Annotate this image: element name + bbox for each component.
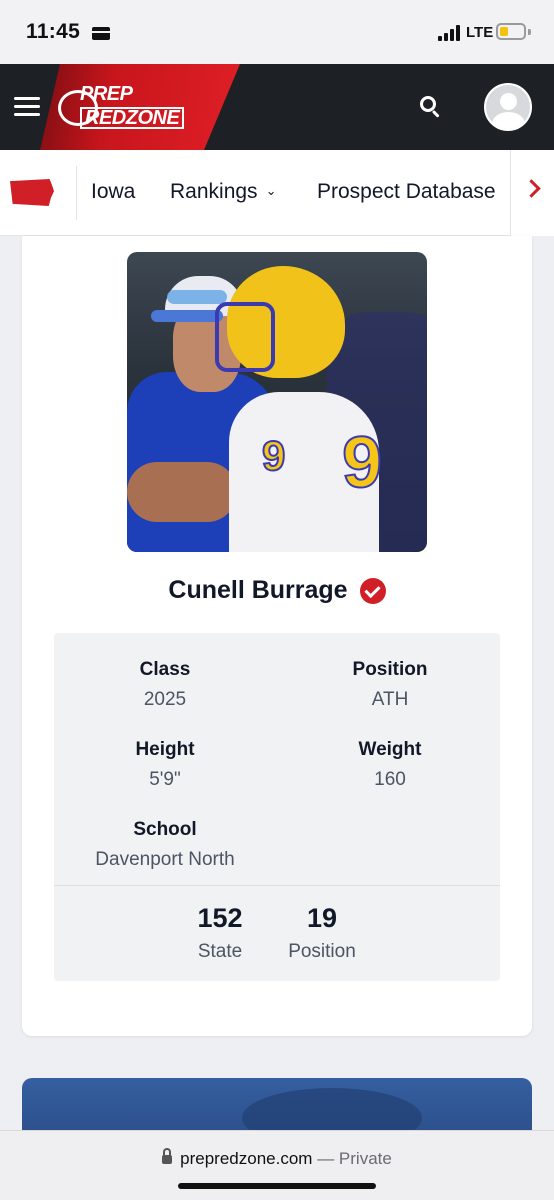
nav-scroll-right-button[interactable]: [510, 150, 554, 236]
hamburger-icon[interactable]: [14, 97, 40, 117]
weight-label: Weight: [358, 739, 422, 760]
status-bar: 11:45 LTE: [0, 0, 554, 64]
signal-strength-icon: [438, 25, 462, 41]
search-icon[interactable]: [418, 94, 444, 120]
player-name-row: Cunell Burrage: [22, 576, 532, 605]
user-avatar-icon[interactable]: [484, 83, 532, 131]
position-rank-value: 19: [306, 903, 338, 933]
class-label: Class: [139, 659, 191, 680]
battery-tip: [528, 29, 531, 35]
player-info-box: Class 2025 Position ATH Height 5'9" Weig…: [54, 633, 500, 981]
player-profile-card: 9 9 Cunell Burrage Class 2025 Position A…: [22, 236, 532, 1036]
url-separator: —: [312, 1149, 339, 1168]
info-divider: [54, 885, 500, 886]
position-label: Position: [352, 659, 428, 680]
nav-item-rankings[interactable]: Rankings ⌄: [170, 180, 276, 204]
iowa-map-icon[interactable]: [10, 179, 54, 206]
browsing-mode: Private: [338, 1149, 392, 1168]
nav-item-label: Iowa: [91, 180, 136, 203]
browser-address-bar[interactable]: prepredzone.com — Private: [0, 1130, 554, 1200]
site-logo[interactable]: PREP REDZONE: [58, 84, 186, 132]
player-name: Cunell Burrage: [168, 576, 348, 604]
next-content-card[interactable]: [22, 1078, 532, 1138]
height-label: Height: [135, 739, 195, 760]
weight-value: 160: [374, 769, 406, 790]
chevron-down-icon: ⌄: [265, 183, 277, 198]
logo-wordmark: PREP REDZONE: [80, 83, 185, 129]
height-value: 5'9": [149, 769, 181, 790]
section-nav: Iowa Rankings ⌄ Prospect Database: [0, 150, 554, 236]
home-indicator[interactable]: [178, 1183, 376, 1189]
nav-divider: [76, 166, 77, 220]
school-label: School: [133, 819, 197, 840]
class-value: 2025: [143, 689, 187, 710]
lock-icon: [162, 1148, 173, 1165]
url-row[interactable]: prepredzone.com — Private: [0, 1148, 554, 1169]
battery-icon: [496, 23, 526, 40]
logo-line1: PREP: [80, 83, 133, 105]
nav-item-iowa[interactable]: Iowa: [91, 180, 135, 204]
logo-line2: REDZONE: [80, 107, 185, 129]
wallet-card-icon: [92, 27, 110, 40]
chevron-right-icon: [522, 179, 541, 198]
nav-item-prospect-database[interactable]: Prospect Database: [317, 180, 496, 204]
verified-check-icon: [359, 577, 386, 604]
nav-item-label: Prospect Database: [317, 180, 496, 203]
network-type: LTE: [466, 24, 494, 41]
school-value[interactable]: Davenport North: [75, 849, 255, 871]
status-time: 11:45: [26, 20, 81, 43]
site-header: PREP REDZONE: [0, 64, 554, 150]
player-photo: 9 9: [127, 252, 427, 552]
position-rank-label: Position: [288, 941, 356, 962]
nav-item-label: Rankings: [170, 180, 258, 203]
position-value: ATH: [371, 689, 409, 710]
url-text: prepredzone.com: [180, 1149, 313, 1168]
